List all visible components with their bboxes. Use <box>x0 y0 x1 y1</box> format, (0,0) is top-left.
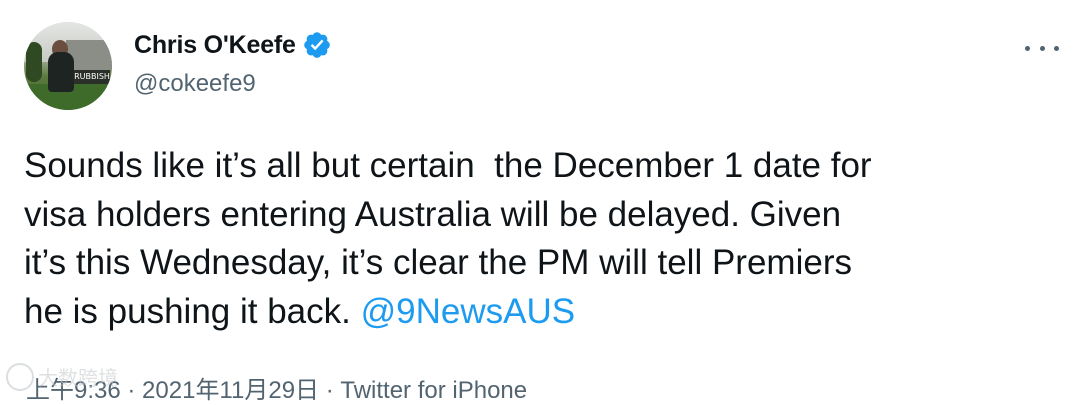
more-options-icon[interactable] <box>1025 38 1059 58</box>
tweet-line: visa holders entering Australia will be … <box>24 194 842 234</box>
watermark-text: 大数跨境 <box>38 366 118 390</box>
tweet-line: it’s this Wednesday, it’s clear the PM w… <box>24 243 852 282</box>
tweet-text: Sounds like it’s all but certain the Dec… <box>24 142 1064 336</box>
author-name-row: Chris O'Keefe <box>134 30 332 60</box>
author-handle[interactable]: @cokeefe9 <box>134 70 256 98</box>
verified-badge-icon <box>302 30 332 60</box>
more-dot <box>1054 45 1059 51</box>
tweet-card: RUBBISH Chris O'Keefe @cokeefe9 Sounds l… <box>0 0 1080 404</box>
tweet-line: Sounds like it’s all but certain the Dec… <box>24 146 872 185</box>
avatar-tree <box>26 42 42 82</box>
more-dot <box>1025 45 1030 51</box>
tweet-line: he is pushing it back. <box>24 291 361 331</box>
watermark: 大数跨境 <box>6 362 118 391</box>
avatar[interactable]: RUBBISH <box>24 22 112 110</box>
avatar-person <box>48 52 74 92</box>
avatar-sign: RUBBISH <box>74 70 110 84</box>
watermark-logo-icon <box>6 362 34 391</box>
author-display-name[interactable]: Chris O'Keefe <box>134 31 296 60</box>
mention-link[interactable]: @9NewsAUS <box>361 292 575 331</box>
more-dot <box>1039 45 1045 51</box>
